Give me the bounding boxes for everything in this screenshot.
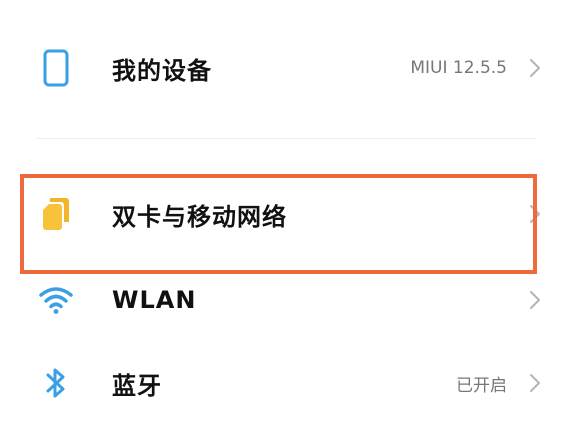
chevron-right-icon (527, 288, 543, 312)
settings-item-dual-sim[interactable]: 双卡与移动网络 (0, 182, 569, 246)
settings-item-value: MIUI 12.5.5 (410, 58, 507, 78)
wifi-icon (36, 280, 76, 320)
settings-item-bluetooth[interactable]: 蓝牙 已开启 (0, 351, 569, 415)
settings-screen: 我的设备 MIUI 12.5.5 双卡与移动网络 WLAN 蓝牙 已开启 (0, 0, 569, 427)
settings-item-label: 我的设备 (112, 56, 212, 85)
settings-item-label: WLAN (112, 286, 197, 314)
sim-card-icon (36, 194, 76, 234)
settings-item-wlan[interactable]: WLAN (0, 268, 569, 332)
phone-icon (36, 48, 76, 88)
settings-item-label: 蓝牙 (112, 371, 162, 400)
section-divider (36, 138, 536, 139)
settings-item-my-device[interactable]: 我的设备 MIUI 12.5.5 (0, 36, 569, 100)
settings-item-value: 已开启 (456, 375, 507, 396)
chevron-right-icon (527, 56, 543, 80)
chevron-right-icon (527, 202, 543, 226)
settings-item-label: 双卡与移动网络 (112, 202, 287, 231)
chevron-right-icon (527, 371, 543, 395)
bluetooth-icon (36, 363, 76, 403)
